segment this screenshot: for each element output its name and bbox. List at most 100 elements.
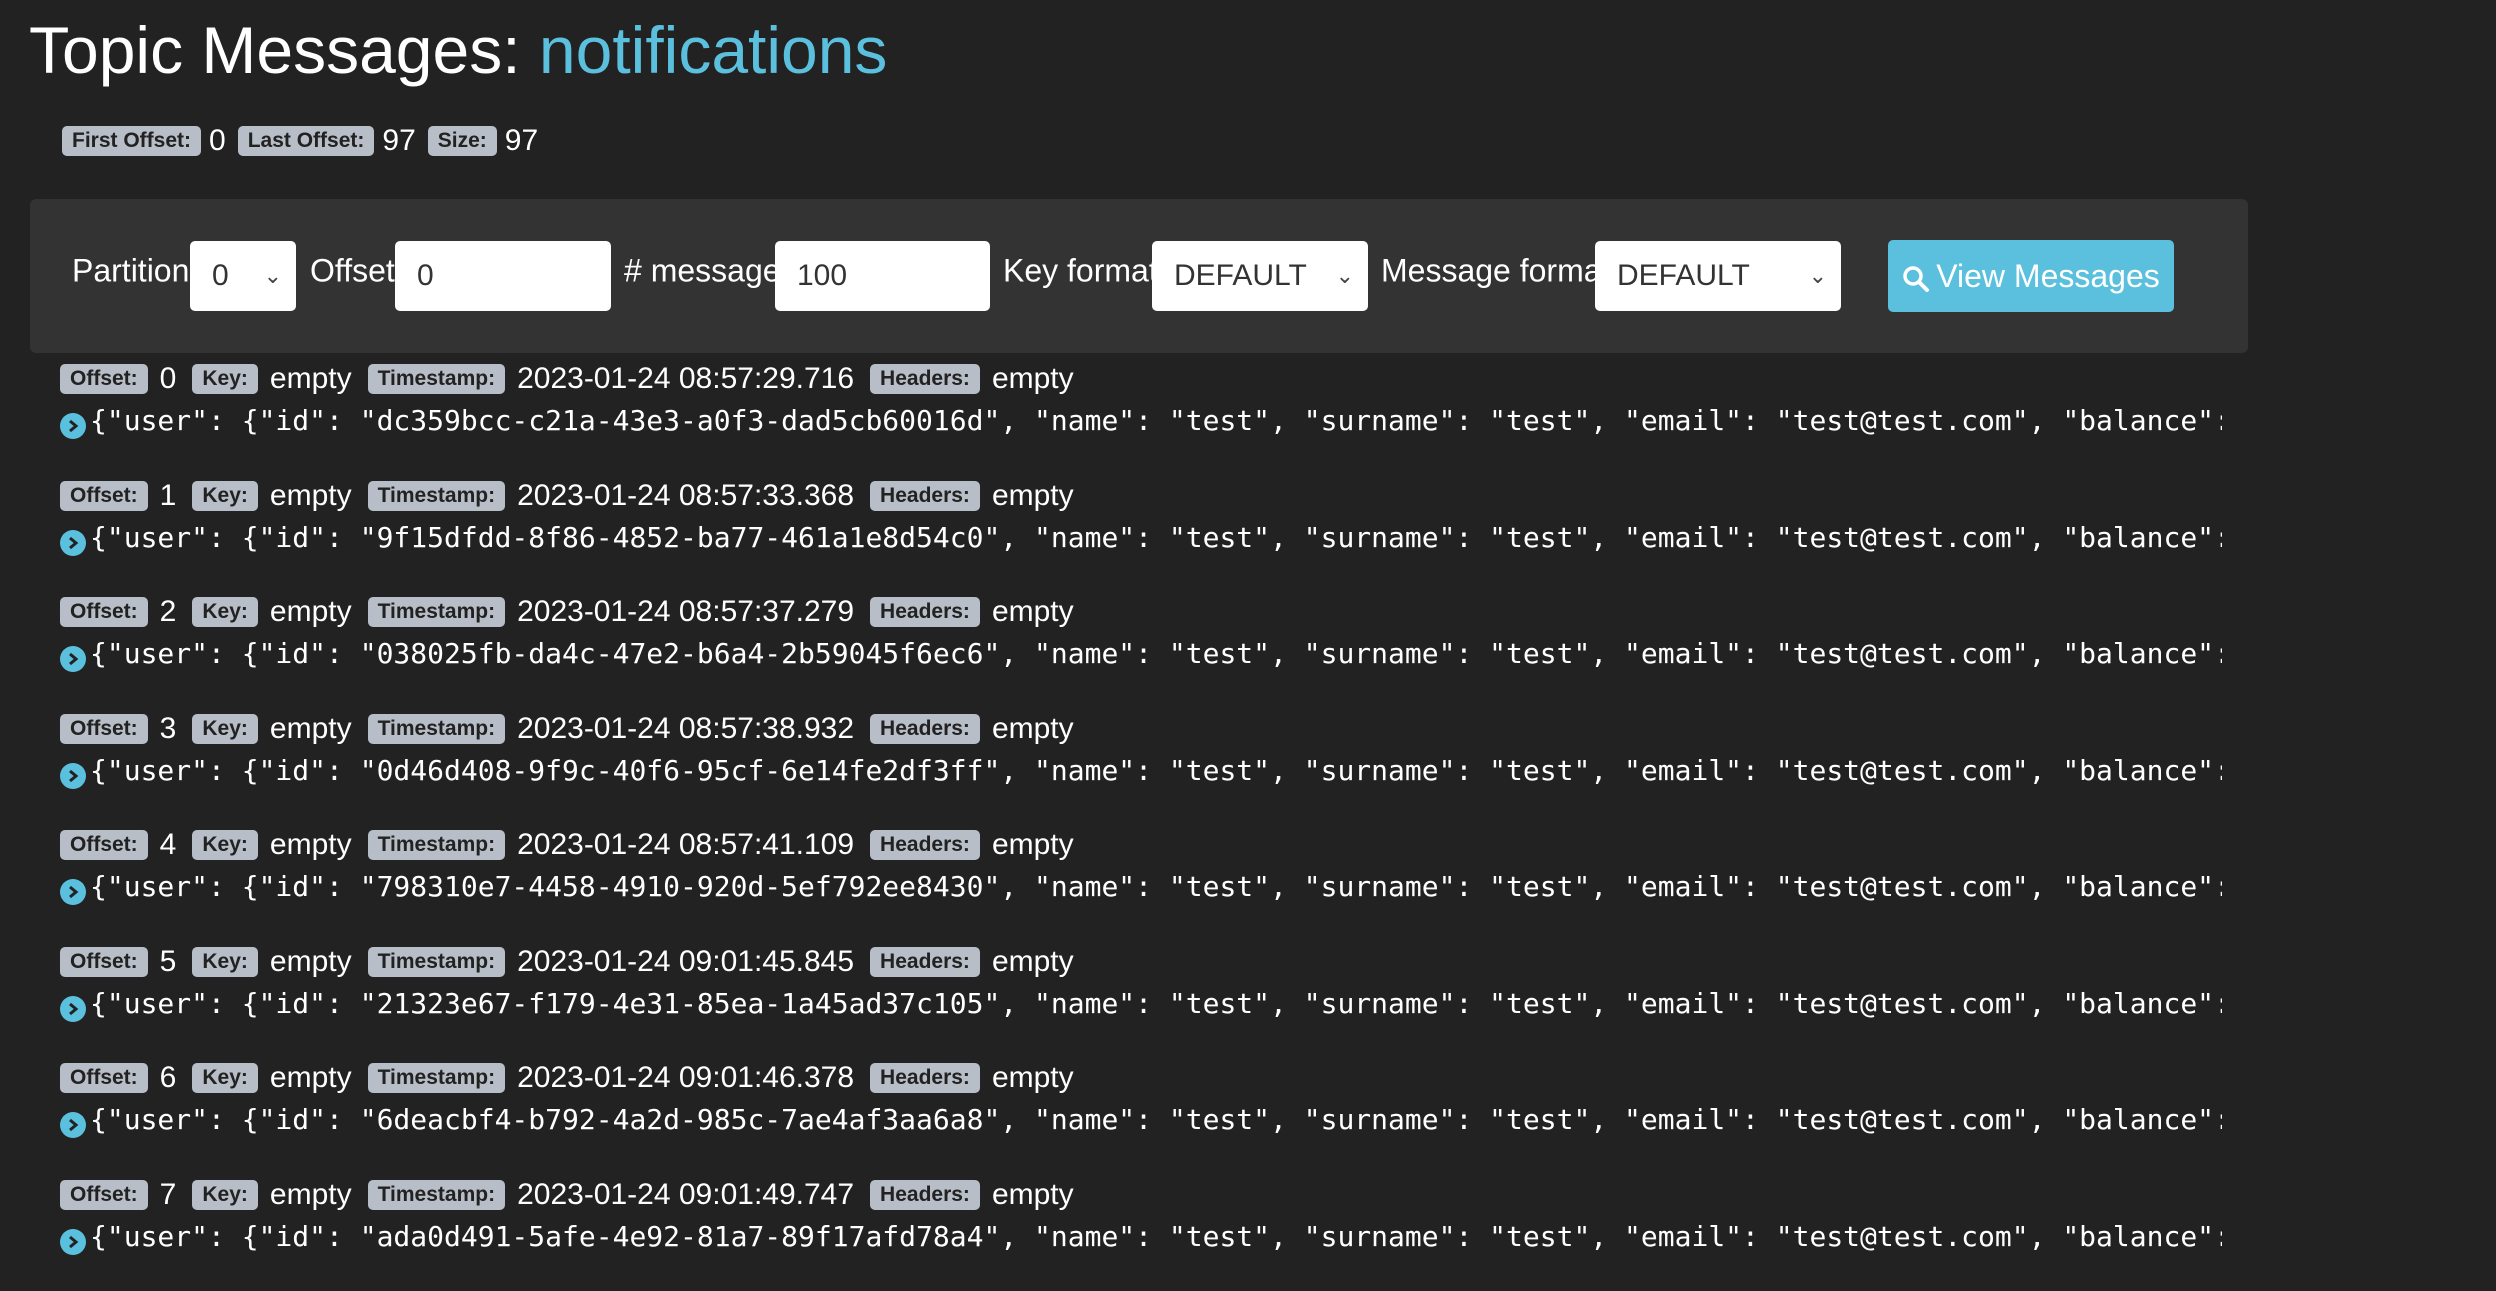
chevron-right-icon[interactable] xyxy=(60,413,86,439)
messages-count-input-value: 100 xyxy=(797,259,848,292)
message-meta: Offset: 6 Key: empty Timestamp: 2023-01-24 09… xyxy=(60,1058,1090,1098)
headers-badge: Headers: xyxy=(870,1063,980,1093)
last-offset-badge: Last Offset: xyxy=(237,126,375,156)
offset-label: Offset xyxy=(310,252,395,289)
key-format-select[interactable]: DEFAULT ⌄ xyxy=(1152,241,1368,311)
view-messages-button[interactable]: View Messages xyxy=(1888,240,2174,312)
message-body-text: {"user": {"id": "6deacbf4-b792-4a2d-985c… xyxy=(90,1103,2222,1136)
key-badge: Key: xyxy=(192,597,258,627)
partition-select[interactable]: 0 ⌄ xyxy=(190,241,296,311)
message-key: empty xyxy=(269,1177,352,1211)
first-offset-value: 0 xyxy=(209,124,226,157)
message-offset: 3 xyxy=(159,711,177,745)
offset-badge: Offset: xyxy=(60,1063,148,1093)
chevron-right-icon[interactable] xyxy=(60,1228,86,1255)
message-row: Offset: 0 Key: empty Timestamp: 2023-01-24 08… xyxy=(0,359,2496,475)
message-body: {"user": {"id": "0d46d408-9f9c-40f6-95cf… xyxy=(60,751,2222,791)
chevron-right-icon[interactable] xyxy=(60,1112,86,1138)
message-headers: empty xyxy=(991,362,1074,395)
timestamp-badge: Timestamp: xyxy=(367,480,506,511)
offset-input-value: 0 xyxy=(417,259,434,292)
message-body-text: {"user": {"id": "dc359bcc-c21a-43e3-a0f3… xyxy=(90,404,2222,437)
message-body: {"user": {"id": "21323e67-f179-4e31-85ea… xyxy=(60,984,2222,1024)
message-headers: empty xyxy=(991,711,1074,745)
message-key: empty xyxy=(269,362,352,395)
offset-input[interactable]: 0 xyxy=(395,241,611,311)
offset-badge: Offset: xyxy=(60,713,148,744)
message-body: {"user": {"id": "6deacbf4-b792-4a2d-985c… xyxy=(60,1100,2222,1140)
message-timestamp: 2023-01-24 09:01:49.747 xyxy=(517,1177,855,1211)
message-headers: empty xyxy=(991,1177,1074,1211)
message-timestamp: 2023-01-24 08:57:41.109 xyxy=(517,828,855,861)
message-offset: 6 xyxy=(159,1061,177,1094)
message-row: Offset: 4 Key: empty Timestamp: 2023-01-24 08… xyxy=(0,825,2496,941)
message-meta: Offset: 2 Key: empty Timestamp: 2023-01-24 08… xyxy=(60,592,1090,632)
message-body-text: {"user": {"id": "798310e7-4458-4910-920d… xyxy=(90,870,2222,903)
chevron-right-icon[interactable] xyxy=(60,995,86,1022)
message-row: Offset: 3 Key: empty Timestamp: 2023-01-24 08… xyxy=(0,709,2496,825)
chevron-right-icon[interactable] xyxy=(60,762,86,789)
message-offset: 2 xyxy=(159,595,177,628)
chevron-down-icon: ⌄ xyxy=(263,263,282,288)
offset-badge: Offset: xyxy=(60,364,148,394)
headers-badge: Headers: xyxy=(870,830,980,860)
search-icon xyxy=(1903,265,1930,292)
message-offset: 7 xyxy=(159,1177,177,1211)
message-body: {"user": {"id": "ada0d491-5afe-4e92-81a7… xyxy=(60,1217,2222,1257)
message-meta: Offset: 1 Key: empty Timestamp: 2023-01-24 08… xyxy=(60,476,1090,516)
message-meta: Offset: 3 Key: empty Timestamp: 2023-01-24 08… xyxy=(60,709,1090,749)
size-badge: Size: xyxy=(427,126,497,156)
chevron-down-icon: ⌄ xyxy=(1335,263,1354,288)
messages-count-label: # messages xyxy=(624,252,797,289)
message-body: {"user": {"id": "9f15dfdd-8f86-4852-ba77… xyxy=(60,518,2222,558)
headers-badge: Headers: xyxy=(870,364,980,394)
offset-badge: Offset: xyxy=(60,1179,148,1210)
message-format-select-value: DEFAULT xyxy=(1617,259,1750,292)
message-row: Offset: 1 Key: empty Timestamp: 2023-01-24 08… xyxy=(0,476,2496,592)
key-badge: Key: xyxy=(192,1063,258,1093)
offset-badge: Offset: xyxy=(60,480,148,511)
message-body-text: {"user": {"id": "038025fb-da4c-47e2-b6a4… xyxy=(90,637,2222,670)
offset-badge: Offset: xyxy=(60,946,148,977)
headers-badge: Headers: xyxy=(870,946,980,977)
message-body-text: {"user": {"id": "ada0d491-5afe-4e92-81a7… xyxy=(90,1219,2222,1253)
message-offset: 1 xyxy=(159,478,177,512)
message-headers: empty xyxy=(991,478,1074,512)
messages-count-input[interactable]: 100 xyxy=(775,241,990,311)
timestamp-badge: Timestamp: xyxy=(367,1179,506,1210)
message-headers: empty xyxy=(991,944,1074,978)
timestamp-badge: Timestamp: xyxy=(367,946,506,977)
message-key: empty xyxy=(269,944,352,978)
message-timestamp: 2023-01-24 09:01:45.845 xyxy=(517,944,855,978)
message-timestamp: 2023-01-24 08:57:33.368 xyxy=(517,478,855,512)
headers-badge: Headers: xyxy=(870,480,980,511)
timestamp-badge: Timestamp: xyxy=(367,830,506,860)
view-messages-label: View Messages xyxy=(1936,258,2160,294)
partition-select-value: 0 xyxy=(212,259,229,292)
message-row: Offset: 5 Key: empty Timestamp: 2023-01-24 09… xyxy=(0,942,2496,1058)
message-headers: empty xyxy=(991,828,1074,861)
key-badge: Key: xyxy=(192,830,258,860)
offset-badge: Offset: xyxy=(60,830,148,860)
message-row: Offset: 6 Key: empty Timestamp: 2023-01-24 09… xyxy=(0,1058,2496,1174)
chevron-right-icon[interactable] xyxy=(60,529,86,556)
size-value: 97 xyxy=(504,124,539,157)
key-badge: Key: xyxy=(192,364,258,394)
message-key: empty xyxy=(269,828,352,861)
message-key: empty xyxy=(269,711,352,745)
headers-badge: Headers: xyxy=(870,713,980,744)
message-timestamp: 2023-01-24 09:01:46.378 xyxy=(517,1061,855,1094)
message-row: Offset: 7 Key: empty Timestamp: 2023-01-24 09… xyxy=(0,1175,2496,1291)
message-meta: Offset: 0 Key: empty Timestamp: 2023-01-24 08… xyxy=(60,359,1090,399)
key-format-label: Key format xyxy=(1003,252,1158,289)
chevron-right-icon[interactable] xyxy=(60,646,86,672)
message-body-text: {"user": {"id": "0d46d408-9f9c-40f6-95cf… xyxy=(90,753,2222,787)
chevron-right-icon[interactable] xyxy=(60,879,86,905)
message-format-select[interactable]: DEFAULT ⌄ xyxy=(1595,241,1841,311)
last-offset-value: 97 xyxy=(382,124,416,157)
page-title: Topic Messages: notifications xyxy=(29,10,887,90)
page-title-prefix: Topic Messages: xyxy=(29,13,521,87)
timestamp-badge: Timestamp: xyxy=(367,713,506,744)
message-timestamp: 2023-01-24 08:57:37.279 xyxy=(517,595,855,628)
message-key: empty xyxy=(269,1061,352,1094)
